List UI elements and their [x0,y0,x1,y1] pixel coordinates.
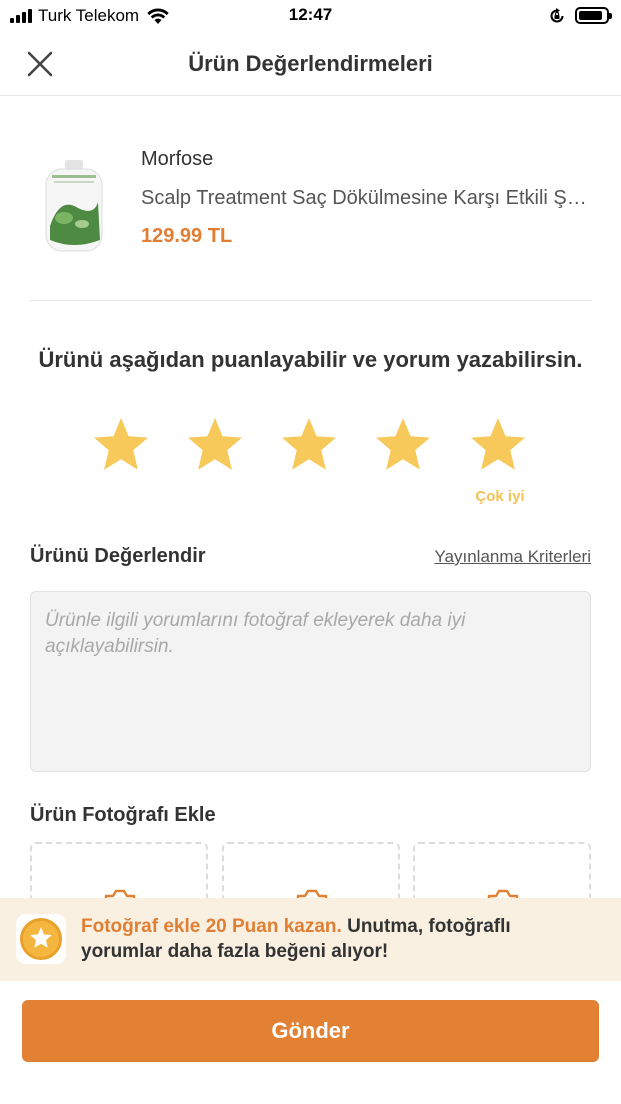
banner-highlight: Fotoğraf ekle 20 Puan kazan. [81,916,342,937]
product-price: 129.99 TL [141,225,233,247]
star-2-button[interactable] [185,415,245,475]
submit-button[interactable]: Gönder [22,1000,599,1062]
review-textarea[interactable] [30,591,591,772]
page-title: Ürün Değerlendirmeleri [188,51,433,76]
banner-text: Fotoğraf ekle 20 Puan kazan. Unutma, fot… [81,914,591,964]
photo-section-title: Ürün Fotoğrafı Ekle [30,804,216,826]
status-bar: Turk Telekom 12:47 [0,0,621,32]
star-3-button[interactable] [279,415,339,475]
product-summary: Morfose Scalp Treatment Saç Dökülmesine … [30,136,591,266]
product-brand: Morfose [141,148,214,170]
section-divider [30,300,591,301]
publishing-criteria-link[interactable]: Yayınlanma Kriterleri [434,547,591,567]
star-1-button[interactable] [91,415,151,475]
status-bar-right [549,7,612,24]
rating-label: Çok iyi [475,488,525,505]
product-image [45,160,103,252]
product-name: Scalp Treatment Saç Dökülmesine Karşı Et… [141,187,591,209]
star-icon [188,418,242,470]
star-icon [94,418,148,470]
review-section-title: Ürünü Değerlendir [30,545,206,567]
star-5-button[interactable] [468,415,528,475]
photo-points-banner: Fotoğraf ekle 20 Puan kazan. Unutma, fot… [0,898,621,981]
star-coin-icon [16,914,66,964]
battery-icon [575,7,612,24]
star-icon [376,418,430,470]
nav-bar: Ürün Değerlendirmeleri [0,32,621,96]
star-icon [471,418,525,470]
rating-prompt: Ürünü aşağıdan puanlayabilir ve yorum ya… [38,347,583,372]
orientation-lock-icon [550,7,564,22]
status-time: 12:47 [288,5,333,24]
star-4-button[interactable] [373,415,433,475]
star-icon [282,418,336,470]
